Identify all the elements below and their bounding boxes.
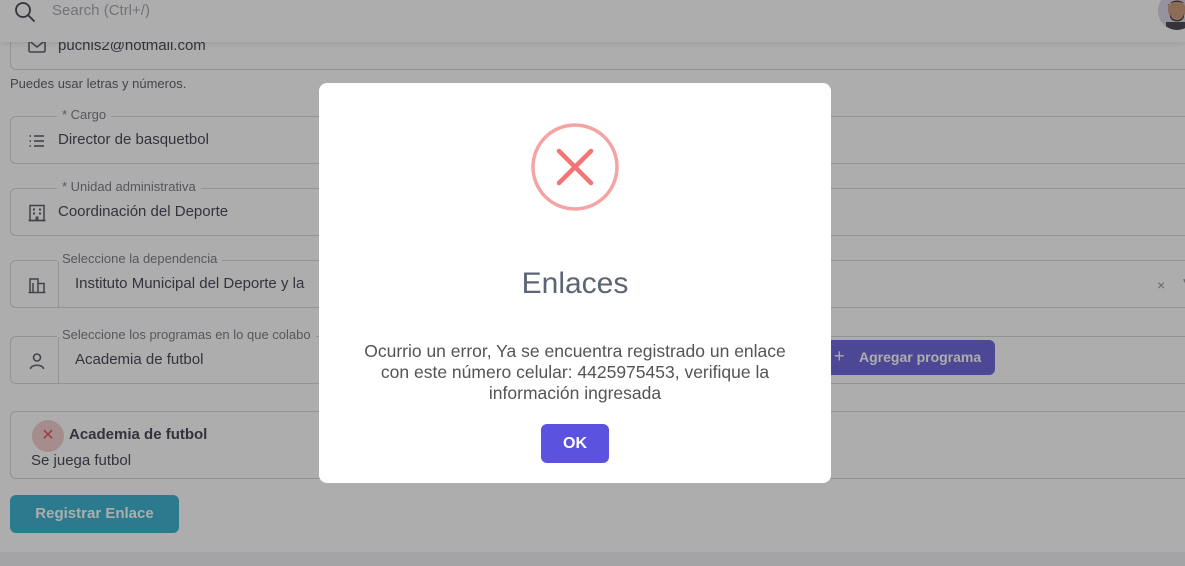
error-dialog: Enlaces Ocurrio un error, Ya se encuentr… — [319, 83, 831, 483]
dialog-message: Ocurrio un error, Ya se encuentra regist… — [364, 341, 786, 403]
error-x-icon — [531, 123, 619, 211]
dialog-title: Enlaces — [521, 267, 629, 300]
ok-button[interactable]: OK — [541, 424, 609, 463]
